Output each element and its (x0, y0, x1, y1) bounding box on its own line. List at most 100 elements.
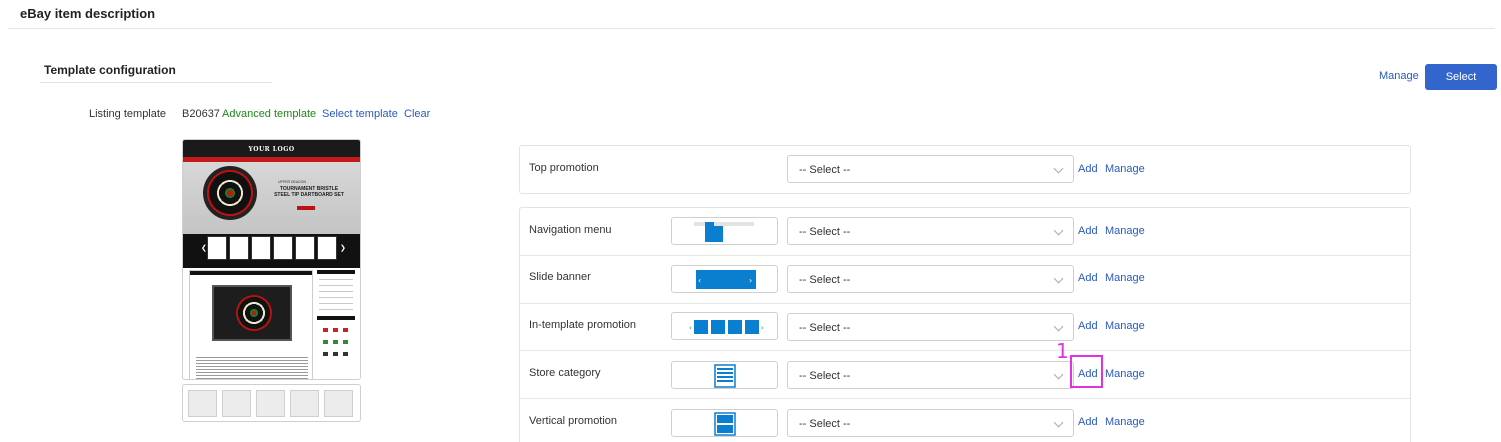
navigation-menu-add-link[interactable]: Add (1078, 225, 1098, 237)
preview-headline-line-2: STEEL TIP DARTBOARD SET (274, 192, 344, 198)
template-preview[interactable]: YOUR LOGO UPPER DEADON TOURNAMENT BRISTL… (182, 139, 361, 380)
thumbnail-slot[interactable] (324, 390, 353, 417)
in-template-promotion-label: In-template promotion (529, 319, 636, 331)
thumbnail-slot[interactable] (188, 390, 217, 417)
preview-cabinet-image (212, 285, 292, 341)
preview-sidebar-header (317, 316, 355, 320)
page-title-divider (8, 28, 1495, 29)
navigation-menu-select[interactable]: -- Select -- (787, 217, 1074, 245)
preview-cabinet-dartboard (236, 295, 272, 331)
listing-template-code: B20637 (182, 108, 220, 120)
preview-strip-left-arrow: ❮ (201, 245, 207, 252)
row-divider (520, 303, 1410, 304)
navigation-menu-preview[interactable] (671, 217, 778, 245)
preview-product-thumb (317, 236, 337, 260)
select-button[interactable]: Select (1425, 64, 1497, 90)
annotation-marker: 1 (1056, 339, 1069, 363)
select-value: -- Select -- (799, 164, 851, 176)
navigation-menu-label: Navigation menu (529, 224, 612, 236)
vertical-promotion-icon (714, 412, 736, 436)
preview-sidebar-item (319, 291, 353, 292)
preview-sidebar-dart (343, 340, 348, 344)
preview-sidebar-item (319, 297, 353, 298)
svg-text:›: › (761, 324, 764, 332)
store-category-preview[interactable] (671, 361, 778, 389)
preview-body-header (190, 271, 312, 275)
store-category-icon (714, 364, 736, 388)
chevron-down-icon (1053, 163, 1064, 174)
select-value: -- Select -- (799, 274, 851, 286)
vertical-promotion-preview[interactable] (671, 409, 778, 437)
row-divider (520, 255, 1410, 256)
svg-text:‹: ‹ (689, 324, 692, 332)
select-value: -- Select -- (799, 226, 851, 238)
page-title: eBay item description (20, 6, 156, 21)
slide-banner-icon: ‹ › (696, 270, 756, 289)
clear-template-link[interactable]: Clear (404, 108, 430, 120)
preview-strip-right-arrow: ❯ (340, 245, 346, 252)
store-category-select[interactable]: -- Select -- (787, 361, 1074, 389)
thumbnail-slot[interactable] (290, 390, 319, 417)
preview-description-text (196, 355, 308, 379)
vertical-promotion-label: Vertical promotion (529, 415, 618, 427)
thumbnail-slot[interactable] (256, 390, 285, 417)
preview-body (189, 270, 313, 379)
template-thumbnails (182, 384, 361, 422)
preview-product-thumb (273, 236, 293, 260)
preview-logo: YOUR LOGO (248, 146, 295, 153)
dartboard-image (203, 166, 257, 220)
preview-product-thumb (251, 236, 271, 260)
top-promotion-manage-link[interactable]: Manage (1105, 163, 1145, 175)
chevron-down-icon (1053, 273, 1064, 284)
in-template-promotion-preview[interactable]: ‹ › (671, 312, 778, 340)
slide-banner-add-link[interactable]: Add (1078, 272, 1098, 284)
preview-sidebar-item (319, 303, 353, 304)
top-promotion-label: Top promotion (529, 162, 599, 174)
in-template-promotion-add-link[interactable]: Add (1078, 320, 1098, 332)
navigation-menu-icon (694, 222, 754, 242)
annotation-highlight-box (1070, 355, 1103, 388)
select-value: -- Select -- (799, 418, 851, 430)
navigation-menu-manage-link[interactable]: Manage (1105, 225, 1145, 237)
store-category-manage-link[interactable]: Manage (1105, 368, 1145, 380)
section-title-divider (40, 82, 272, 83)
row-divider (520, 350, 1410, 351)
vertical-promotion-select[interactable]: -- Select -- (787, 409, 1074, 437)
chevron-down-icon (1053, 417, 1064, 428)
listing-template-label: Listing template (89, 108, 167, 120)
slide-banner-preview[interactable]: ‹ › (671, 265, 778, 293)
preview-sidebar-dart (343, 352, 348, 356)
row-divider (520, 398, 1410, 399)
preview-sidebar-item (319, 285, 353, 286)
preview-sidebar-item (319, 309, 353, 310)
select-value: -- Select -- (799, 322, 851, 334)
in-template-promotion-manage-link[interactable]: Manage (1105, 320, 1145, 332)
chevron-down-icon (1053, 369, 1064, 380)
store-category-label: Store category (529, 367, 601, 379)
preview-sidebar (317, 270, 355, 379)
listing-template-type: Advanced template (222, 108, 317, 120)
preview-sidebar-dart (343, 328, 348, 332)
select-template-link[interactable]: Select template (322, 108, 398, 120)
preview-sidebar-dart (323, 328, 328, 332)
vertical-promotion-add-link[interactable]: Add (1078, 416, 1098, 428)
svg-text:›: › (749, 276, 752, 285)
thumbnail-slot[interactable] (222, 390, 251, 417)
in-template-promotion-select[interactable]: -- Select -- (787, 313, 1074, 341)
preview-sidebar-dart (333, 352, 338, 356)
preview-sidebar-dart (333, 340, 338, 344)
preview-sidebar-header (317, 270, 355, 274)
slide-banner-select[interactable]: -- Select -- (787, 265, 1074, 293)
preview-product-thumb (229, 236, 249, 260)
manage-templates-link[interactable]: Manage (1379, 70, 1419, 82)
svg-text:‹: ‹ (698, 276, 701, 285)
slide-banner-label: Slide banner (529, 271, 591, 283)
top-promotion-add-link[interactable]: Add (1078, 163, 1098, 175)
preview-tagline: UPPER DEADON (278, 180, 307, 184)
chevron-down-icon (1053, 321, 1064, 332)
preview-shop-button (297, 206, 315, 210)
slide-banner-manage-link[interactable]: Manage (1105, 272, 1145, 284)
top-promotion-select[interactable]: -- Select -- (787, 155, 1074, 183)
in-template-promotion-icon: ‹ › (689, 320, 764, 334)
vertical-promotion-manage-link[interactable]: Manage (1105, 416, 1145, 428)
